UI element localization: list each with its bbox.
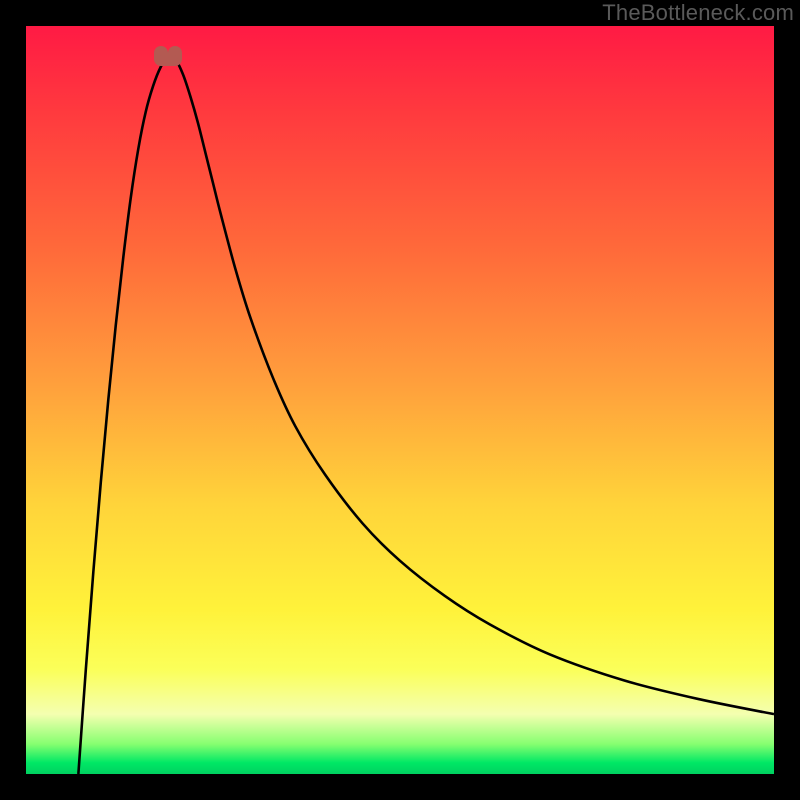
curve-path [78, 56, 774, 774]
watermark-text: TheBottleneck.com [602, 0, 794, 26]
bottleneck-curve [26, 26, 774, 774]
minimum-marker [152, 45, 184, 67]
plot-frame [26, 26, 774, 774]
